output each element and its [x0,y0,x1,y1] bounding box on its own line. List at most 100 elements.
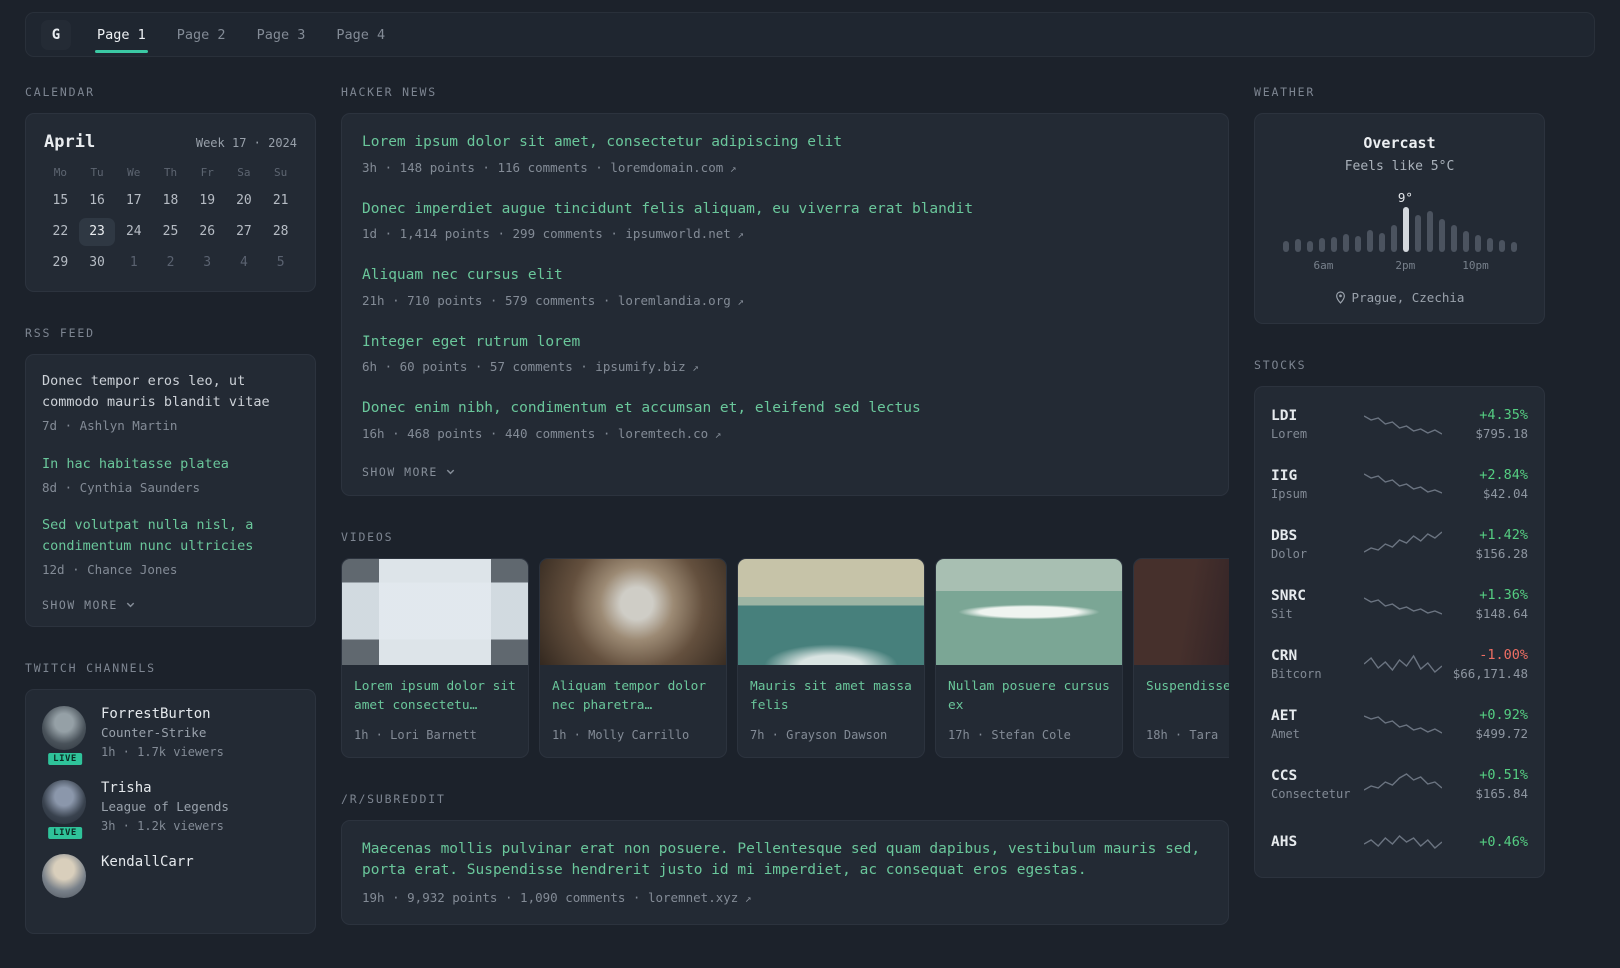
calendar-day[interactable]: 21 [262,187,299,215]
tab-page-3[interactable]: Page 3 [255,14,308,56]
video-card[interactable]: Suspendisse diam 18h · Tara [1133,557,1229,758]
hn-item-title[interactable]: Aliquam nec cursus elit [362,265,1208,287]
calendar-dow-row: Mo Tu We Th Fr Sa Su [42,166,299,179]
calendar-day[interactable]: 17 [115,187,152,215]
calendar-day[interactable]: 25 [152,218,189,246]
chevron-down-icon [446,469,455,475]
stock-row[interactable]: AET Amet +0.92% $499.72 [1255,694,1544,754]
stock-row[interactable]: CRN Bitcorn -1.00% $66,171.48 [1255,634,1544,694]
calendar-day[interactable]: 28 [262,218,299,246]
hn-show-more-button[interactable]: SHOW MORE [362,465,1208,479]
video-title[interactable]: Nullam posuere cursus ex [948,677,1110,717]
calendar-day[interactable]: 4 [226,249,263,277]
stock-row[interactable]: LDI Lorem +4.35% $795.18 [1255,394,1544,454]
stocks-list: LDI Lorem +4.35% $795.18 IIG Ipsum +2.84% $42.0… [1255,394,1544,870]
video-meta: 7h · Grayson Dawson [750,727,888,742]
subreddit-post-domain[interactable]: loremnet.xyz [648,890,738,905]
twitch-channel[interactable]: KendallCarr [42,853,299,898]
twitch-channel[interactable]: LIVE Trisha League of Legends 3h · 1.2k vie… [42,779,299,841]
hn-item-domain[interactable]: loremtech.co [618,426,708,441]
rss-item-title[interactable]: Donec tempor eros leo, ut commodo mauris… [42,371,299,413]
video-title[interactable]: Aliquam tempor dolor nec pharetra… [552,677,714,717]
calendar-day[interactable]: 24 [115,218,152,246]
calendar-header: April Week 17 · 2024 [42,130,299,152]
subreddit-post-title[interactable]: Maecenas mollis pulvinar erat non posuer… [362,839,1208,883]
tab-page-2[interactable]: Page 2 [175,14,228,56]
calendar-day[interactable]: 18 [152,187,189,215]
stock-values: +0.51% $165.84 [1442,767,1528,801]
stock-values: +0.92% $499.72 [1442,707,1528,741]
rss-item-title[interactable]: In hac habitasse platea [42,454,299,475]
rss-list: Donec tempor eros leo, ut commodo mauris… [42,371,299,580]
tab-page-1[interactable]: Page 1 [95,14,148,56]
twitch-channel[interactable]: LIVE ForrestBurton Counter-Strike 1h · 1.7k… [42,705,299,767]
weather-bar [1378,233,1385,252]
channel-name[interactable]: KendallCarr [101,854,194,870]
video-card[interactable]: Nullam posuere cursus ex 17h · Stefan Col… [935,557,1123,758]
calendar-day[interactable]: 19 [189,187,226,215]
weather-bar [1318,238,1325,252]
stock-row[interactable]: DBS Dolor +1.42% $156.28 [1255,514,1544,574]
rss-item-title[interactable]: Sed volutpat nulla nisl, a condimentum n… [42,515,299,557]
weather-bar [1330,237,1337,252]
stock-change: +0.46% [1479,834,1528,850]
calendar-day[interactable]: 20 [226,187,263,215]
video-card[interactable]: Mauris sit amet massa felis 7h · Grayson … [737,557,925,758]
calendar-day[interactable]: 5 [262,249,299,277]
calendar-day[interactable]: 29 [42,249,79,277]
video-title[interactable]: Lorem ipsum dolor sit amet consectetu… [354,677,516,717]
stock-sparkline [1363,835,1442,849]
video-title[interactable]: Suspendisse diam [1146,677,1229,717]
channel-game: League of Legends [101,798,229,814]
calendar-day[interactable]: 1 [115,249,152,277]
video-title[interactable]: Mauris sit amet massa felis [750,677,912,717]
weather-bar [1486,238,1493,252]
hn-item-title[interactable]: Donec enim nibh, condimentum et accumsan… [362,398,1208,420]
hn-item-domain[interactable]: ipsumworld.net [625,226,730,241]
calendar-day[interactable]: 2 [152,249,189,277]
stock-row[interactable]: CCS Consectetur +0.51% $165.84 [1255,754,1544,814]
calendar-day[interactable]: 15 [42,187,79,215]
stocks-card: LDI Lorem +4.35% $795.18 IIG Ipsum +2.84% $42.0… [1254,386,1545,878]
calendar-day-today[interactable]: 23 [78,218,116,246]
calendar-day[interactable]: 22 [42,218,79,246]
calendar-day[interactable]: 27 [226,218,263,246]
hn-item-title[interactable]: Integer eget rutrum lorem [362,332,1208,354]
hn-item-domain[interactable]: loremdomain.com [610,160,723,175]
calendar-dow-label: Fr [200,166,214,179]
channel-name[interactable]: ForrestBurton [101,706,224,722]
section-label-calendar: CALENDAR [25,85,95,99]
channel-avatar [42,853,88,898]
stock-row[interactable]: SNRC Sit +1.36% $148.64 [1255,574,1544,634]
calendar-day[interactable]: 16 [79,187,116,215]
stock-chart [1363,469,1442,499]
stock-row[interactable]: IIG Ipsum +2.84% $42.04 [1255,454,1544,514]
rss-show-more-button[interactable]: SHOW MORE [42,598,299,612]
chevron-down-icon [126,602,135,608]
app-logo[interactable]: G [41,19,71,50]
hn-item-title[interactable]: Lorem ipsum dolor sit amet, consectetur … [362,132,1208,154]
hn-item-domain[interactable]: ipsumify.biz [595,359,685,374]
hn-item-domain[interactable]: loremlandia.org [618,293,731,308]
stock-change: +0.51% [1479,767,1528,783]
stock-price: $42.04 [1482,486,1528,501]
video-card[interactable]: Aliquam tempor dolor nec pharetra… 1h · M… [539,557,727,758]
weather-bars [1282,206,1517,252]
show-more-label: SHOW MORE [362,464,438,479]
calendar-day[interactable]: 30 [79,249,116,277]
calendar-day[interactable]: 26 [189,218,226,246]
stock-values: +1.42% $156.28 [1442,527,1528,561]
stock-values: +2.84% $42.04 [1442,467,1528,501]
rss-item-meta: 7d · Ashlyn Martin [42,417,178,433]
stock-name: Amet [1271,726,1300,741]
stock-row[interactable]: AHS +0.46% [1255,814,1544,870]
stock-chart [1363,649,1442,679]
calendar-day[interactable]: 3 [189,249,226,277]
hn-item-title[interactable]: Donec imperdiet augue tincidunt felis al… [362,199,1208,221]
weather-location: Prague, Czechia [1271,290,1528,305]
stock-values: +0.46% [1442,834,1528,850]
video-card[interactable]: Lorem ipsum dolor sit amet consectetu… 1h… [341,557,529,758]
channel-name[interactable]: Trisha [101,780,229,796]
weather-location-text: Prague, Czechia [1351,290,1465,305]
tab-page-4[interactable]: Page 4 [334,14,387,56]
